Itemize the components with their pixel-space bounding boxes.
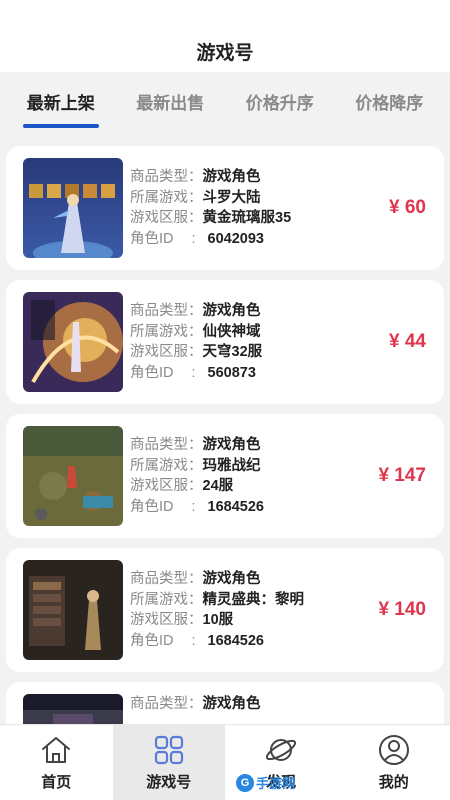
server-value: 10服 (202, 612, 234, 628)
nav-profile[interactable]: 我的 (338, 725, 450, 800)
game-thumbnail (23, 560, 123, 660)
type-value: 游戏角色 (202, 571, 261, 587)
nav-game-accounts[interactable]: 游戏号 (112, 725, 225, 800)
role-id-colon: : (191, 364, 196, 381)
bottom-nav: 首页 游戏号 发现 我的 (0, 724, 450, 800)
role-id-colon: : (191, 632, 196, 649)
listing-card[interactable]: 商品类型： 游戏角色 所属游戏： 仙侠神域 游戏区服： 天穹32服 角色ID:5608… (6, 280, 444, 404)
watermark-text: 手游网 (256, 776, 296, 791)
type-label: 商品类型： (130, 571, 203, 587)
server-label: 游戏区服： (130, 612, 203, 628)
listing-card[interactable]: 商品类型： 游戏角色 所属游戏： 精灵盛典：黎明 游戏区服： 10服 角色ID:168… (6, 548, 444, 672)
listing-list: 商品类型： 游戏角色 所属游戏： 斗罗大陆 游戏区服： 黄金琉璃服35 角色ID:60… (6, 146, 444, 724)
role-id-label: 角色ID (130, 632, 174, 649)
watermark-badge: G (236, 773, 254, 792)
listing-info: 商品类型： 游戏角色 (130, 694, 430, 715)
listing-info: 商品类型： 游戏角色 所属游戏： 斗罗大陆 游戏区服： 黄金琉璃服35 角色ID:60… (130, 167, 430, 249)
type-label: 商品类型： (130, 303, 203, 319)
page-title: 游戏号 (0, 30, 450, 72)
type-value: 游戏角色 (202, 303, 261, 319)
nav-label: 首页 (41, 774, 72, 791)
role-id-label: 角色ID (130, 230, 174, 247)
price: ¥ 60 (389, 197, 426, 218)
nav-label: 我的 (378, 774, 409, 791)
status-bar (0, 0, 450, 30)
game-label: 所属游戏： (130, 323, 203, 340)
game-thumbnail (23, 694, 123, 724)
server-value: 24服 (202, 478, 234, 494)
role-id-colon: : (191, 498, 196, 515)
price: ¥ 147 (378, 465, 426, 486)
game-thumbnail (23, 426, 123, 526)
user-icon (378, 735, 409, 765)
game-label: 所属游戏： (130, 457, 203, 474)
sort-tabs: 最新上架 最新出售 价格升序 价格降序 (0, 72, 450, 136)
listing-card[interactable]: 商品类型： 游戏角色 所属游戏： 斗罗大陆 游戏区服： 黄金琉璃服35 角色ID:60… (6, 146, 444, 270)
listing-info: 商品类型： 游戏角色 所属游戏： 仙侠神域 游戏区服： 天穹32服 角色ID:5608… (130, 301, 430, 383)
tab-price-ascending[interactable]: 价格升序 (246, 89, 314, 120)
tab-newest-listed[interactable]: 最新上架 (22, 89, 99, 128)
role-id-value: 1684526 (207, 498, 264, 515)
game-label: 所属游戏： (130, 591, 203, 608)
server-label: 游戏区服： (130, 478, 203, 494)
listing-card[interactable]: 商品类型： 游戏角色 (6, 682, 444, 724)
game-value: 斗罗大陆 (202, 189, 261, 206)
game-value: 仙侠神域 (202, 323, 261, 340)
role-id-colon: : (191, 230, 196, 247)
type-value: 游戏角色 (202, 169, 261, 185)
server-label: 游戏区服： (130, 344, 203, 360)
game-label: 所属游戏： (130, 189, 203, 206)
role-id-label: 角色ID (130, 364, 174, 381)
role-id-value: 560873 (207, 364, 256, 381)
type-label: 商品类型： (130, 169, 203, 185)
price: ¥ 44 (389, 331, 426, 352)
nav-home[interactable]: 首页 (0, 725, 113, 800)
role-id-value: 6042093 (207, 230, 264, 247)
planet-icon (266, 739, 297, 761)
type-label: 商品类型： (130, 696, 203, 712)
tab-price-descending[interactable]: 价格降序 (355, 89, 423, 120)
server-value: 天穹32服 (202, 344, 263, 360)
type-label: 商品类型： (130, 437, 203, 453)
server-label: 游戏区服： (130, 210, 203, 226)
tab-newest-sold[interactable]: 最新出售 (136, 89, 204, 120)
home-icon (42, 737, 71, 763)
game-thumbnail (23, 292, 123, 392)
game-thumbnail (23, 158, 123, 258)
type-value: 游戏角色 (202, 437, 261, 453)
grid-icon (154, 735, 183, 765)
listing-card[interactable]: 商品类型： 游戏角色 所属游戏： 玛雅战纪 游戏区服： 24服 角色ID:168452… (6, 414, 444, 538)
game-value: 玛雅战纪 (202, 457, 261, 474)
price: ¥ 140 (378, 599, 426, 620)
server-value: 黄金琉璃服35 (202, 210, 292, 226)
watermark-logo: G 手游网 (236, 773, 295, 792)
nav-label: 游戏号 (146, 774, 192, 791)
role-id-label: 角色ID (130, 498, 174, 515)
type-value: 游戏角色 (202, 696, 261, 712)
role-id-value: 1684526 (207, 632, 264, 649)
game-value: 精灵盛典：黎明 (202, 591, 305, 608)
